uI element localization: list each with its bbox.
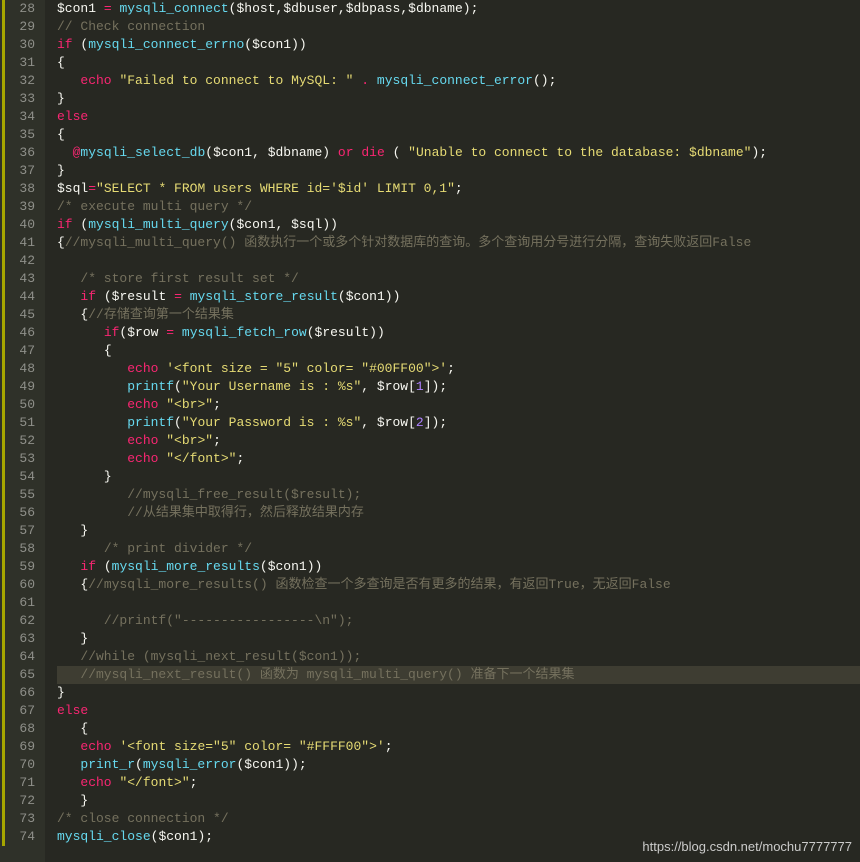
code-area[interactable]: $con1 = mysqli_connect($host,$dbuser,$db…: [45, 0, 860, 862]
code-line[interactable]: else: [57, 108, 860, 126]
code-line[interactable]: if (mysqli_connect_errno($con1)): [57, 36, 860, 54]
code-line[interactable]: }: [57, 684, 860, 702]
line-number: 65: [0, 666, 35, 684]
code-line[interactable]: /* store first result set */: [57, 270, 860, 288]
code-line[interactable]: printf("Your Username is : %s", $row[1])…: [57, 378, 860, 396]
line-number: 74: [0, 828, 35, 846]
line-number: 64: [0, 648, 35, 666]
line-number: 53: [0, 450, 35, 468]
code-line[interactable]: if ($result = mysqli_store_result($con1)…: [57, 288, 860, 306]
line-number: 67: [0, 702, 35, 720]
line-number: 73: [0, 810, 35, 828]
line-number: 43: [0, 270, 35, 288]
line-number: 35: [0, 126, 35, 144]
line-number: 69: [0, 738, 35, 756]
code-line[interactable]: echo '<font size = "5" color= "#00FF00">…: [57, 360, 860, 378]
line-number: 30: [0, 36, 35, 54]
code-line[interactable]: {//mysqli_more_results() 函数检查一个多查询是否有更多的…: [57, 576, 860, 594]
line-number-gutter: 2829303132333435363738394041424344454647…: [0, 0, 45, 862]
code-line[interactable]: if($row = mysqli_fetch_row($result)): [57, 324, 860, 342]
line-number: 71: [0, 774, 35, 792]
code-editor[interactable]: 2829303132333435363738394041424344454647…: [0, 0, 860, 862]
code-line[interactable]: /* close connection */: [57, 810, 860, 828]
line-number: 58: [0, 540, 35, 558]
code-line[interactable]: }: [57, 162, 860, 180]
line-number: 33: [0, 90, 35, 108]
watermark: https://blog.csdn.net/mochu7777777: [642, 839, 852, 854]
line-number: 66: [0, 684, 35, 702]
code-line[interactable]: $con1 = mysqli_connect($host,$dbuser,$db…: [57, 0, 860, 18]
code-line[interactable]: //printf("-----------------\n");: [57, 612, 860, 630]
code-line[interactable]: /* execute multi query */: [57, 198, 860, 216]
code-line[interactable]: }: [57, 792, 860, 810]
line-number: 28: [0, 0, 35, 18]
line-number: 57: [0, 522, 35, 540]
code-line[interactable]: /* print divider */: [57, 540, 860, 558]
line-number: 70: [0, 756, 35, 774]
line-number: 46: [0, 324, 35, 342]
line-number: 38: [0, 180, 35, 198]
code-line[interactable]: {: [57, 126, 860, 144]
line-number: 31: [0, 54, 35, 72]
line-number: 50: [0, 396, 35, 414]
line-number: 49: [0, 378, 35, 396]
line-number: 36: [0, 144, 35, 162]
line-number: 40: [0, 216, 35, 234]
code-line[interactable]: echo "<br>";: [57, 432, 860, 450]
code-line[interactable]: //while (mysqli_next_result($con1));: [57, 648, 860, 666]
code-line[interactable]: {: [57, 342, 860, 360]
code-line[interactable]: $sql="SELECT * FROM users WHERE id='$id'…: [57, 180, 860, 198]
line-number: 45: [0, 306, 35, 324]
code-line[interactable]: {: [57, 720, 860, 738]
code-line[interactable]: if (mysqli_multi_query($con1, $sql)): [57, 216, 860, 234]
code-line[interactable]: }: [57, 630, 860, 648]
line-number: 72: [0, 792, 35, 810]
code-line[interactable]: printf("Your Password is : %s", $row[2])…: [57, 414, 860, 432]
code-line[interactable]: echo '<font size="5" color= "#FFFF00">';: [57, 738, 860, 756]
line-number: 60: [0, 576, 35, 594]
line-number: 29: [0, 18, 35, 36]
code-line[interactable]: else: [57, 702, 860, 720]
line-number: 48: [0, 360, 35, 378]
line-number: 55: [0, 486, 35, 504]
code-line[interactable]: {//存储查询第一个结果集: [57, 306, 860, 324]
code-line[interactable]: }: [57, 468, 860, 486]
code-line[interactable]: }: [57, 522, 860, 540]
line-number: 51: [0, 414, 35, 432]
code-line[interactable]: echo "Failed to connect to MySQL: " . my…: [57, 72, 860, 90]
code-line[interactable]: [57, 252, 860, 270]
line-number: 56: [0, 504, 35, 522]
line-number: 44: [0, 288, 35, 306]
line-number: 52: [0, 432, 35, 450]
code-line[interactable]: if (mysqli_more_results($con1)): [57, 558, 860, 576]
line-number: 63: [0, 630, 35, 648]
code-line[interactable]: //从结果集中取得行，然后释放结果内存: [57, 504, 860, 522]
code-line[interactable]: echo "</font>";: [57, 774, 860, 792]
code-line[interactable]: {: [57, 54, 860, 72]
code-line[interactable]: {//mysqli_multi_query() 函数执行一个或多个针对数据库的查…: [57, 234, 860, 252]
code-line[interactable]: }: [57, 90, 860, 108]
line-number: 34: [0, 108, 35, 126]
line-number: 41: [0, 234, 35, 252]
code-line[interactable]: @mysqli_select_db($con1, $dbname) or die…: [57, 144, 860, 162]
code-line[interactable]: [57, 594, 860, 612]
code-line[interactable]: //mysqli_next_result() 函数为 mysqli_multi_…: [57, 666, 860, 684]
code-line[interactable]: // Check connection: [57, 18, 860, 36]
code-line[interactable]: //mysqli_free_result($result);: [57, 486, 860, 504]
line-number: 37: [0, 162, 35, 180]
line-number: 42: [0, 252, 35, 270]
line-number: 39: [0, 198, 35, 216]
line-number: 61: [0, 594, 35, 612]
line-number: 54: [0, 468, 35, 486]
line-number: 59: [0, 558, 35, 576]
code-line[interactable]: echo "</font>";: [57, 450, 860, 468]
line-number: 62: [0, 612, 35, 630]
line-number: 68: [0, 720, 35, 738]
code-line[interactable]: echo "<br>";: [57, 396, 860, 414]
line-number: 47: [0, 342, 35, 360]
line-number: 32: [0, 72, 35, 90]
code-line[interactable]: print_r(mysqli_error($con1));: [57, 756, 860, 774]
